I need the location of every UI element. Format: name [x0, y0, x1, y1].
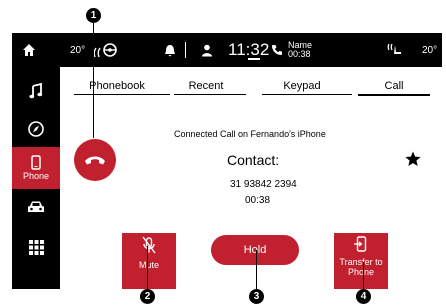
status-bar: 20° 11:32 Name 00:38 20° [12, 33, 442, 67]
profile-button[interactable] [201, 33, 213, 67]
tab-recent[interactable]: Recent [176, 80, 236, 92]
home-button[interactable] [22, 33, 36, 67]
sidebar-item-music[interactable] [12, 73, 60, 109]
heated-seat-icon [387, 43, 401, 54]
tab-call[interactable]: Call [374, 80, 414, 92]
notification-button[interactable] [164, 33, 176, 67]
microphone-muted-icon [142, 236, 156, 254]
music-note-icon [29, 83, 43, 99]
sidebar: Phone [12, 67, 60, 289]
mute-label: Mute [138, 260, 159, 270]
call-status: Connected Call on Fernando's iPhone [174, 129, 326, 139]
callout-1-line [93, 23, 94, 138]
heated-steering-button[interactable] [92, 33, 120, 67]
callout-2: 2 [140, 289, 155, 304]
mute-button[interactable]: Mute [122, 233, 176, 289]
contact-title: Contact: [227, 152, 280, 168]
sidebar-item-navigation[interactable] [12, 111, 60, 147]
phone-call-icon [272, 45, 282, 55]
call-duration: 00:38 [245, 195, 271, 206]
heated-seat-button[interactable] [386, 33, 402, 67]
star-icon [405, 151, 421, 166]
transfer-phone-icon [354, 236, 367, 252]
callout-4-line [363, 262, 364, 289]
divider [185, 33, 186, 67]
tab-phonebook[interactable]: Phonebook [79, 80, 155, 92]
clock: 11:32 [228, 40, 270, 59]
temp-left: 20° [70, 44, 86, 56]
temp-right: 20° [422, 44, 438, 56]
sidebar-item-apps[interactable] [12, 229, 60, 265]
transfer-to-phone-button[interactable]: Transfer to Phone [334, 233, 388, 289]
tab-keypad[interactable]: Keypad [272, 80, 332, 92]
hold-button[interactable]: Hold [211, 235, 299, 265]
callout-1: 1 [86, 8, 101, 23]
call-time: 00:38 [288, 49, 311, 59]
compass-icon [28, 121, 44, 137]
callout-2-line [147, 246, 148, 289]
sidebar-item-label: Phone [22, 171, 50, 181]
user-icon [202, 44, 212, 56]
car-icon [28, 201, 44, 212]
call-indicator[interactable] [271, 33, 283, 67]
hold-label: Hold [243, 244, 267, 256]
heated-steering-icon [93, 43, 117, 58]
sidebar-item-vehicle[interactable] [12, 189, 60, 225]
contact-number: 31 93842 2394 [230, 179, 297, 190]
hang-up-icon [85, 156, 105, 165]
tab-underline-recent [174, 94, 246, 95]
tab-underline-phonebook [74, 94, 170, 95]
tab-underline-call [358, 94, 430, 96]
apps-grid-icon [28, 239, 44, 255]
phone-icon [31, 155, 41, 170]
callout-3-line [256, 250, 257, 289]
transfer-label: Transfer to Phone [339, 257, 383, 277]
sidebar-item-phone[interactable]: Phone [12, 147, 60, 189]
favorite-button[interactable] [405, 151, 421, 172]
end-call-button[interactable] [74, 139, 116, 181]
home-icon [23, 44, 35, 56]
clock-underline [248, 58, 260, 60]
callout-3: 3 [249, 289, 264, 304]
call-info: Name 00:38 [288, 33, 312, 67]
callout-4: 4 [356, 289, 371, 304]
infotainment-screen: 20° 11:32 Name 00:38 20° Phone Phonebook… [12, 33, 442, 289]
tab-underline-keypad [262, 94, 352, 95]
bell-icon [165, 44, 175, 56]
